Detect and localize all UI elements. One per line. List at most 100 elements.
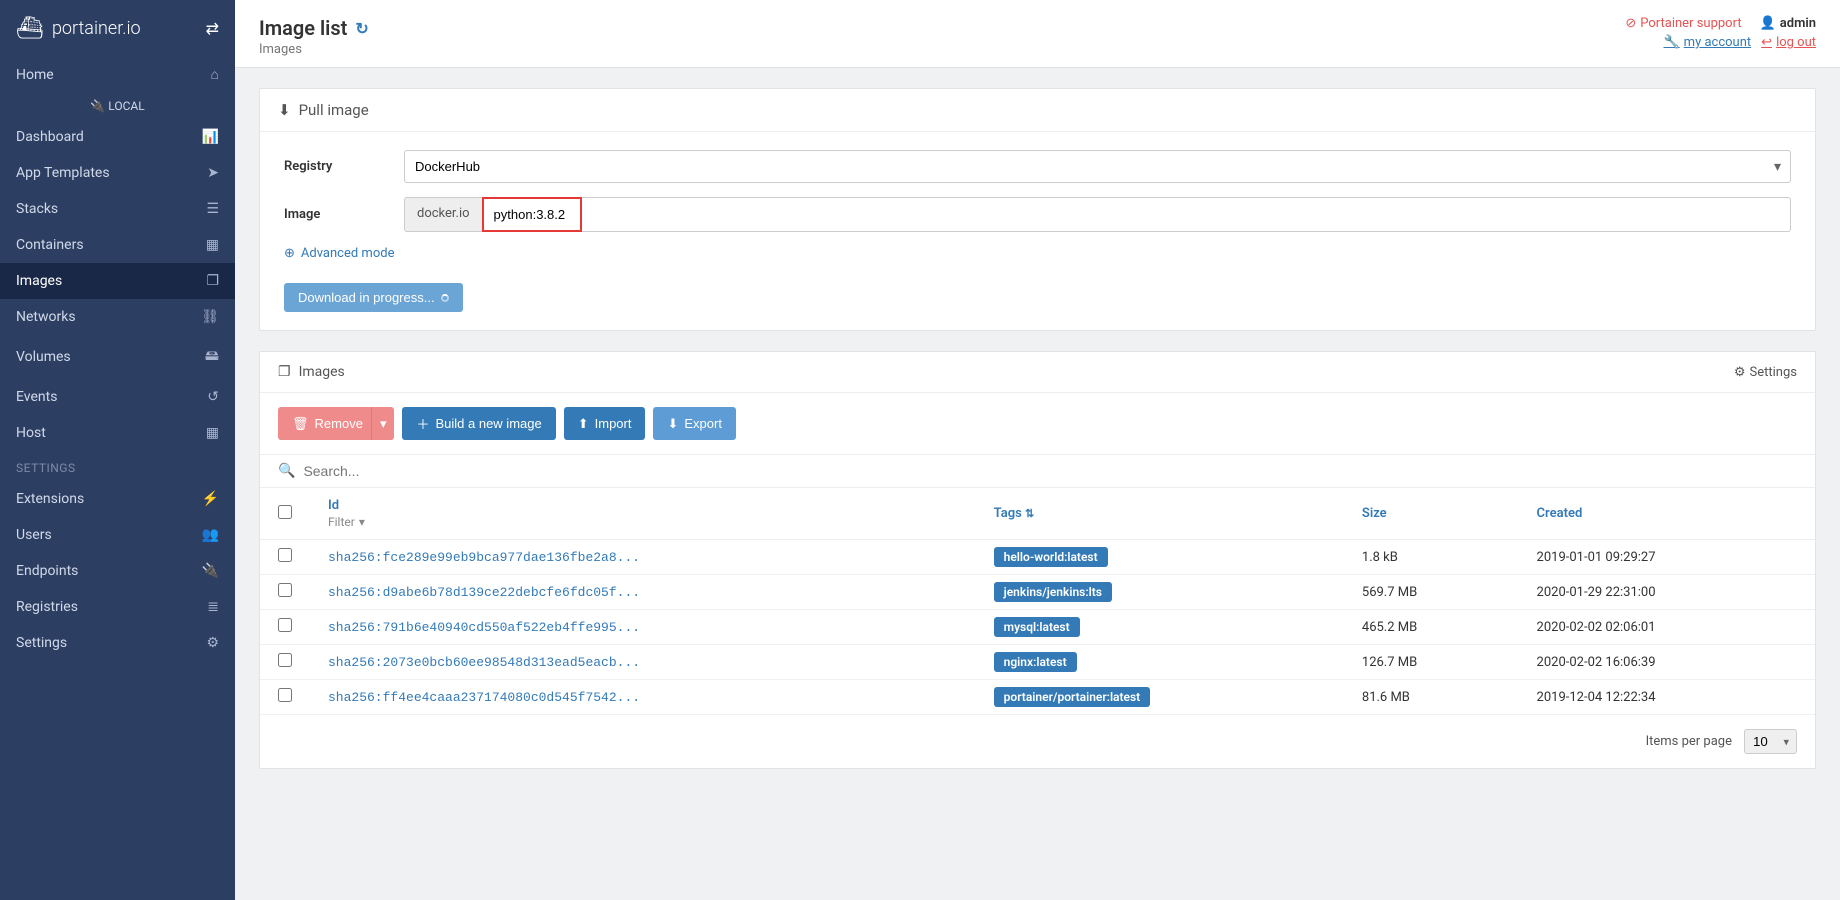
users-icon: 👥 [202, 527, 219, 543]
image-created: 2020-01-29 22:31:00 [1519, 575, 1815, 610]
clone-icon: ❐ [278, 364, 291, 380]
sidebar-local-label: 🔌 LOCAL [0, 93, 235, 119]
image-id-link[interactable]: sha256:2073e0bcb60ee98548d313ead5eacb... [328, 655, 640, 670]
wrench-icon: 🔧 [1663, 35, 1679, 50]
sidebar-item-registries[interactable]: Registries≣ [0, 589, 235, 625]
sidebar-item-containers[interactable]: Containers ▦ [0, 227, 235, 263]
table-row: sha256:2073e0bcb60ee98548d313ead5eacb...… [260, 645, 1815, 680]
select-all-checkbox[interactable] [278, 505, 292, 519]
sidebar-item-label: Registries [16, 599, 78, 615]
list-icon: ☰ [206, 201, 219, 217]
sidebar-item-label: Host [16, 425, 46, 441]
sidebar-item-label: Events [16, 389, 57, 405]
image-id-link[interactable]: sha256:d9abe6b78d139ce22debcfe6fdc05f... [328, 585, 640, 600]
col-size[interactable]: Size [1344, 488, 1519, 540]
row-checkbox[interactable] [278, 688, 292, 702]
logout-link[interactable]: ↩ log out [1761, 35, 1816, 50]
sidebar-item-extensions[interactable]: Extensions⚡ [0, 481, 235, 517]
row-checkbox[interactable] [278, 653, 292, 667]
download-icon: ⬇ [667, 416, 678, 432]
image-tag[interactable]: nginx:latest [994, 652, 1077, 672]
sidebar-item-images[interactable]: Images ❐ [0, 263, 235, 299]
plug-icon: 🔌 [90, 99, 105, 113]
remove-dropdown-button[interactable]: ▾ [371, 407, 395, 440]
history-icon: ↺ [207, 389, 219, 405]
image-created: 2019-01-01 09:29:27 [1519, 540, 1815, 575]
sort-icon: ⇅ [1025, 507, 1034, 520]
sidebar-item-home[interactable]: Home ⌂ [0, 56, 235, 93]
export-button[interactable]: ⬇ Export [653, 407, 735, 440]
my-account-link[interactable]: 🔧 my account [1663, 35, 1751, 50]
gear-icon: ⚙ [1734, 365, 1746, 380]
image-size: 81.6 MB [1344, 680, 1519, 715]
build-image-button[interactable]: ＋ Build a new image [402, 407, 555, 440]
row-checkbox[interactable] [278, 548, 292, 562]
items-per-page-label: Items per page [1646, 734, 1732, 749]
sidebar-item-label: Volumes [16, 349, 71, 365]
upload-icon: ⬆ [578, 416, 589, 432]
sidebar-item-endpoints[interactable]: Endpoints🔌 [0, 553, 235, 589]
registry-select[interactable]: DockerHub [404, 150, 1791, 183]
sidebar-logo: ⛴ portainer.io ⇄ [0, 0, 235, 56]
images-panel: ❐ Images ⚙ Settings 🗑 Remove [259, 351, 1816, 769]
col-created[interactable]: Created [1519, 488, 1815, 540]
home-icon: ⌂ [211, 66, 219, 83]
sidebar-item-label: Stacks [16, 201, 58, 217]
containers-icon: ▦ [206, 237, 219, 253]
sidebar-item-users[interactable]: Users👥 [0, 517, 235, 553]
image-input-rest[interactable] [582, 197, 1791, 232]
sidebar-item-app-templates[interactable]: App Templates➤ [0, 155, 235, 191]
sidebar-item-settings[interactable]: Settings⚙ [0, 625, 235, 661]
image-input[interactable] [482, 197, 582, 232]
sidebar-item-label: Networks [16, 309, 76, 325]
download-progress-button[interactable]: Download in progress... [284, 283, 463, 312]
clone-icon: ❐ [206, 273, 219, 289]
page-title: Image list [259, 16, 347, 40]
image-id-link[interactable]: sha256:ff4ee4caaa237174080c0d545f7542... [328, 690, 640, 705]
image-id-link[interactable]: sha256:fce289e99eb9bca977dae136fbe2a8... [328, 550, 640, 565]
import-button[interactable]: ⬆ Import [564, 407, 646, 440]
image-tag[interactable]: portainer/portainer:latest [994, 687, 1151, 707]
image-tag[interactable]: hello-world:latest [994, 547, 1108, 567]
globe-icon: ⊕ [284, 246, 295, 261]
row-checkbox[interactable] [278, 583, 292, 597]
image-created: 2020-02-02 02:06:01 [1519, 610, 1815, 645]
image-tag[interactable]: mysql:latest [994, 617, 1080, 637]
registry-label: Registry [284, 159, 404, 174]
main: Image list ↻ Images ⊘ Portainer support … [235, 0, 1840, 900]
sidebar-item-label: Images [16, 273, 62, 289]
portainer-support-link[interactable]: ⊘ Portainer support [1625, 16, 1741, 31]
sidebar-item-stacks[interactable]: Stacks ☰ [0, 191, 235, 227]
col-id[interactable]: Id Filter ▾ [310, 488, 976, 540]
search-input[interactable] [303, 463, 1797, 479]
image-id-link[interactable]: sha256:791b6e40940cd550af522eb4ffe995... [328, 620, 640, 635]
sidebar-item-volumes[interactable]: Volumes🖴 [0, 335, 235, 379]
advanced-mode-link[interactable]: ⊕ Advanced mode [284, 246, 1791, 261]
image-created: 2020-02-02 16:06:39 [1519, 645, 1815, 680]
filter-icon: ▾ [359, 515, 365, 529]
table-row: sha256:fce289e99eb9bca977dae136fbe2a8...… [260, 540, 1815, 575]
sidebar-item-networks[interactable]: Networks⛓ [0, 299, 235, 335]
panel-settings-link[interactable]: ⚙ Settings [1734, 365, 1797, 380]
page-size-select[interactable]: 10 [1744, 729, 1797, 754]
row-checkbox[interactable] [278, 618, 292, 632]
trash-icon: 🗑 [292, 416, 309, 432]
sidebar-item-label: Containers [16, 237, 84, 253]
image-size: 465.2 MB [1344, 610, 1519, 645]
col-tags[interactable]: Tags ⇅ [976, 488, 1344, 540]
panel-title: Images [299, 364, 345, 380]
sidebar-item-dashboard[interactable]: Dashboard📊 [0, 119, 235, 155]
plus-icon: ＋ [416, 414, 429, 433]
sidebar: ⛴ portainer.io ⇄ Home ⌂ 🔌 LOCAL Dashboar… [0, 0, 235, 900]
refresh-icon[interactable]: ↻ [355, 19, 368, 38]
sidebar-toggle-icon[interactable]: ⇄ [206, 19, 219, 38]
logout-icon: ↩ [1761, 35, 1772, 50]
sidebar-item-events[interactable]: Events ↺ [0, 379, 235, 415]
image-tag[interactable]: jenkins/jenkins:lts [994, 582, 1112, 602]
remove-button[interactable]: 🗑 Remove [278, 407, 377, 440]
rocket-icon: ➤ [207, 165, 219, 181]
sidebar-item-host[interactable]: Host ▦ [0, 415, 235, 451]
grid-icon: ▦ [206, 425, 219, 441]
image-size: 1.8 kB [1344, 540, 1519, 575]
table-row: sha256:791b6e40940cd550af522eb4ffe995...… [260, 610, 1815, 645]
